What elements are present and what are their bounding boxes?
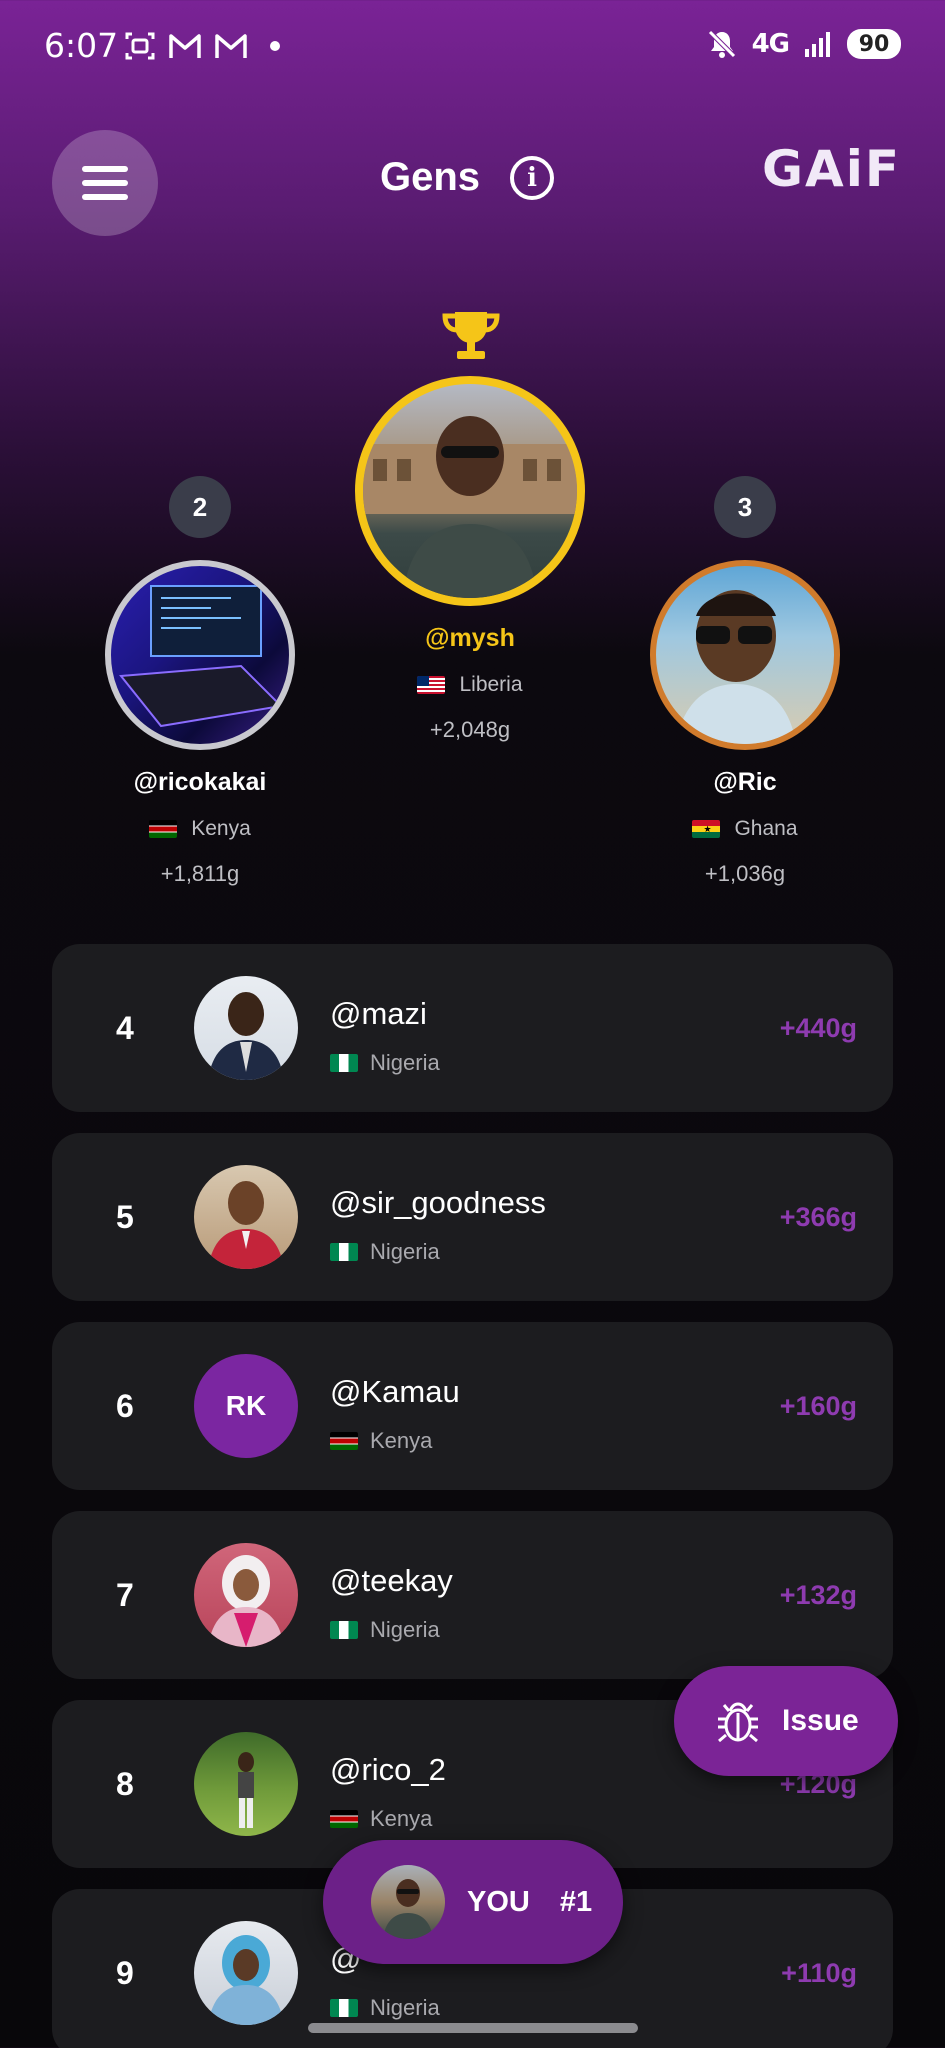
row-country: Kenya xyxy=(330,1428,432,1454)
row-country: Kenya xyxy=(330,1806,432,1832)
row-points: +160g xyxy=(779,1391,857,1421)
status-time: 6:07 xyxy=(44,26,119,65)
signal-icon xyxy=(805,32,830,57)
row-rank: 4 xyxy=(116,1010,134,1046)
row-rank: 9 xyxy=(116,1955,134,1991)
menu-button[interactable] xyxy=(52,130,158,236)
row-rank: 6 xyxy=(116,1388,134,1424)
avatar xyxy=(194,1165,298,1269)
liberia-flag-icon xyxy=(417,676,446,694)
row-rank: 8 xyxy=(116,1766,134,1802)
nigeria-flag-icon xyxy=(330,1999,358,2017)
podium-handle: @Ric xyxy=(713,768,777,796)
you-rank: #1 xyxy=(559,1885,593,1918)
podium-country: ★ Ghana xyxy=(650,817,840,841)
nigeria-flag-icon xyxy=(330,1243,358,1261)
brand-logo: GAiF xyxy=(761,140,901,198)
rank-badge: 2 xyxy=(169,476,231,538)
screenshot-icon xyxy=(125,32,155,60)
row-points: +440g xyxy=(779,1013,857,1043)
row-country: Nigeria xyxy=(330,1239,440,1265)
trophy-icon xyxy=(442,312,500,359)
row-country: Nigeria xyxy=(330,1050,440,1076)
rank-badge: 3 xyxy=(714,476,776,538)
avatar xyxy=(194,1921,298,2025)
kenya-flag-icon xyxy=(149,820,178,838)
page-title: Gens xyxy=(380,155,481,199)
podium-second[interactable]: 2 @ricokakai Kenya +1,811g xyxy=(105,476,295,887)
page-header: Gens i xyxy=(380,155,555,200)
leaderboard-row[interactable]: 6 RK @Kamau Kenya +160g xyxy=(52,1322,893,1490)
leaderboard-row[interactable]: 4 @mazi Nigeria +440g xyxy=(52,944,893,1112)
podium-points: +2,048g xyxy=(429,717,511,742)
podium-third[interactable]: 3 @Ric ★ Ghana +1,036g xyxy=(650,476,840,887)
leaderboard-row[interactable]: 5 @sir_goodness Nigeria +366g xyxy=(52,1133,893,1301)
podium-country: Kenya xyxy=(105,817,295,841)
avatar xyxy=(194,1543,298,1647)
avatar-initials: RK xyxy=(194,1354,298,1458)
avatar xyxy=(371,1865,445,1939)
avatar xyxy=(355,376,585,606)
podium-points: +1,811g xyxy=(160,861,240,886)
status-system-icons: 4G 90 xyxy=(706,28,901,60)
avatar xyxy=(194,976,298,1080)
row-rank: 7 xyxy=(116,1577,134,1613)
avatar xyxy=(194,1732,298,1836)
kenya-flag-icon xyxy=(330,1810,358,1828)
home-indicator[interactable] xyxy=(308,2023,638,2033)
row-points: +366g xyxy=(779,1202,857,1232)
podium-country: Liberia xyxy=(355,673,585,697)
row-points: +110g xyxy=(781,1958,857,1988)
report-issue-button[interactable]: Issue xyxy=(674,1666,898,1776)
row-handle: @mazi xyxy=(330,996,427,1031)
mute-icon xyxy=(707,30,736,58)
row-handle: @rico_2 xyxy=(330,1752,446,1787)
battery-indicator: 90 xyxy=(847,29,901,59)
ghana-flag-icon: ★ xyxy=(692,820,721,838)
row-points: +132g xyxy=(779,1580,857,1610)
network-type: 4G xyxy=(751,29,790,59)
podium-points: +1,036g xyxy=(704,861,786,886)
gmail-icon xyxy=(169,34,201,58)
row-handle: @teekay xyxy=(330,1563,453,1598)
status-bar: 6:07 4G 90 xyxy=(0,0,945,96)
podium-handle: @mysh xyxy=(425,624,515,652)
nigeria-flag-icon xyxy=(330,1621,358,1639)
issue-label: Issue xyxy=(782,1704,859,1737)
hamburger-menu-icon xyxy=(82,166,128,172)
nigeria-flag-icon xyxy=(330,1054,358,1072)
status-notification-icons xyxy=(124,30,280,62)
gmail-icon-2 xyxy=(215,34,247,58)
avatar xyxy=(105,560,295,750)
podium-handle: @ricokakai xyxy=(133,768,267,796)
row-country: Nigeria xyxy=(330,1617,440,1643)
avatar xyxy=(650,560,840,750)
row-handle: @Kamau xyxy=(330,1374,460,1409)
current-user-rank-pill[interactable]: YOU #1 xyxy=(323,1840,623,1964)
bug-icon xyxy=(718,1702,758,1743)
kenya-flag-icon xyxy=(330,1432,358,1450)
row-handle: @sir_goodness xyxy=(330,1185,546,1220)
podium-first[interactable]: @mysh Liberia +2,048g xyxy=(355,376,585,743)
row-rank: 5 xyxy=(116,1199,134,1235)
you-label: YOU xyxy=(467,1885,530,1918)
leaderboard-row[interactable]: 7 @teekay Nigeria +132g xyxy=(52,1511,893,1679)
info-icon[interactable]: i xyxy=(510,155,555,200)
more-notifications-dot xyxy=(270,41,280,51)
row-country: Nigeria xyxy=(330,1995,440,2021)
